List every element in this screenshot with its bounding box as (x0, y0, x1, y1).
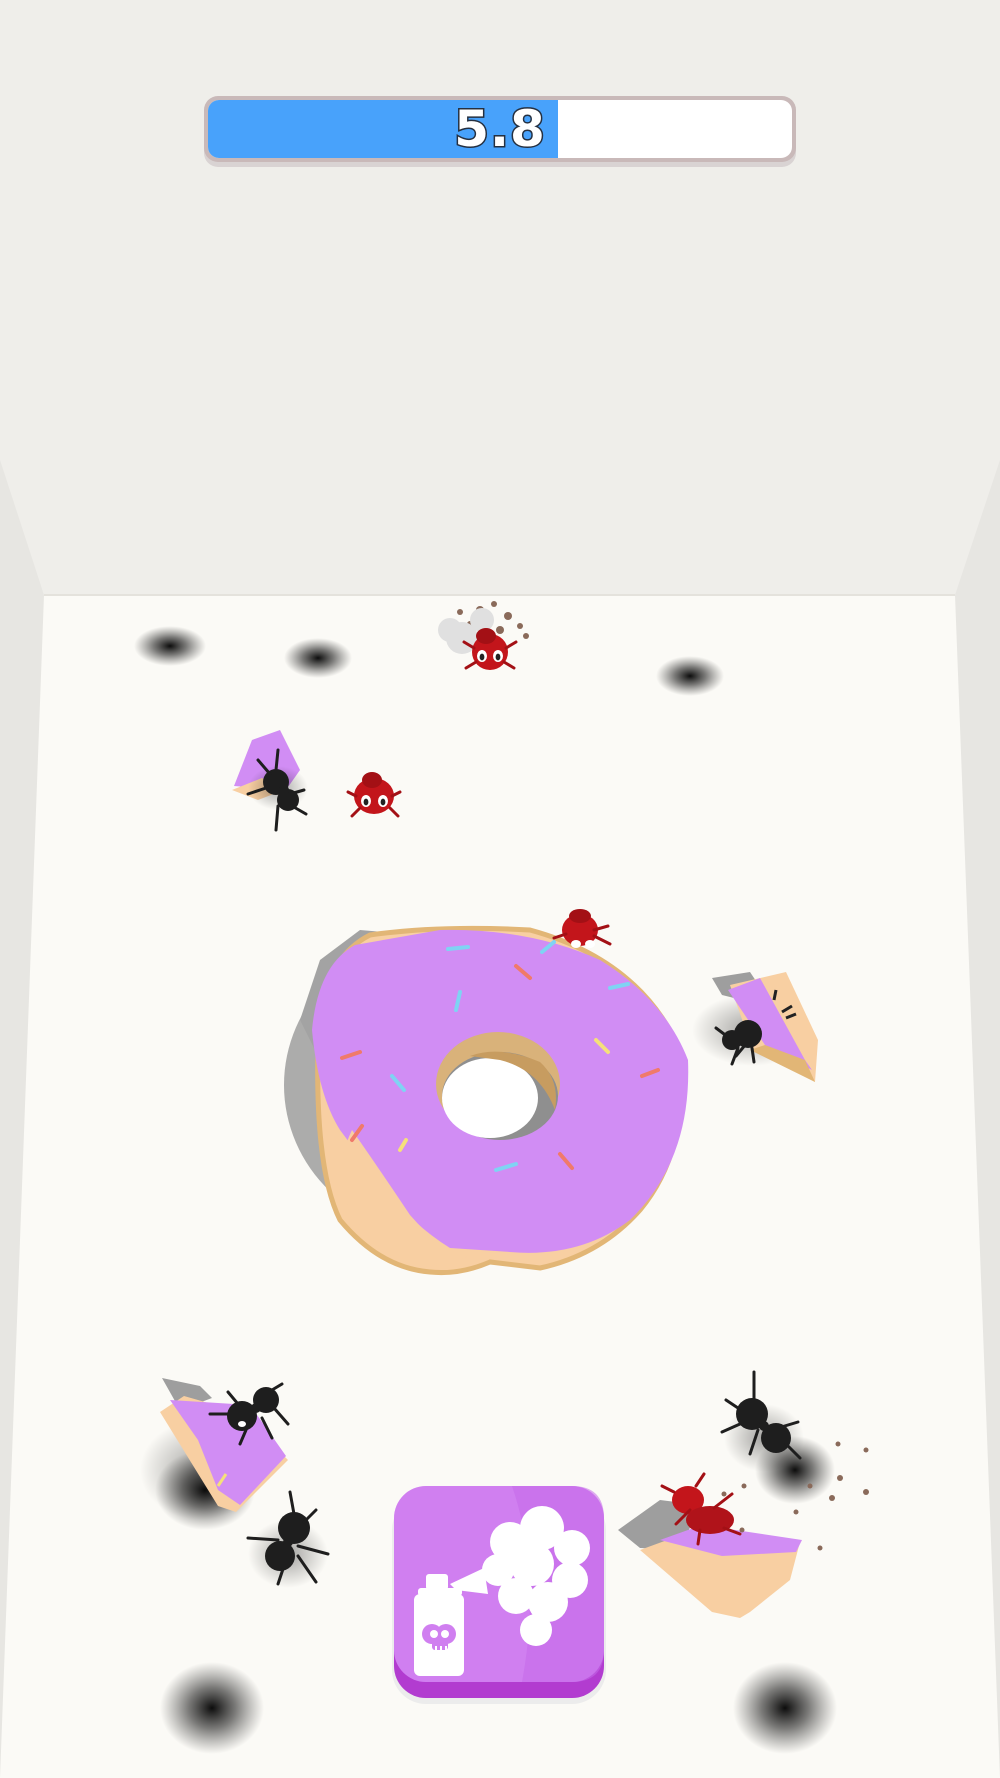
ant-hole (656, 656, 724, 696)
ant-hole (160, 1662, 264, 1754)
spray-button[interactable] (392, 1484, 606, 1706)
timer-track: 5.8 (208, 100, 792, 158)
timer-value: 5.8 (453, 100, 547, 158)
bug-spray-icon (392, 1486, 606, 1704)
ant-hole (284, 638, 352, 678)
ant-hole (733, 1662, 837, 1754)
donut (284, 925, 689, 1275)
timer-bar: 5.8 (204, 96, 796, 162)
ant-hole (134, 626, 206, 666)
back-wall (0, 0, 1000, 600)
